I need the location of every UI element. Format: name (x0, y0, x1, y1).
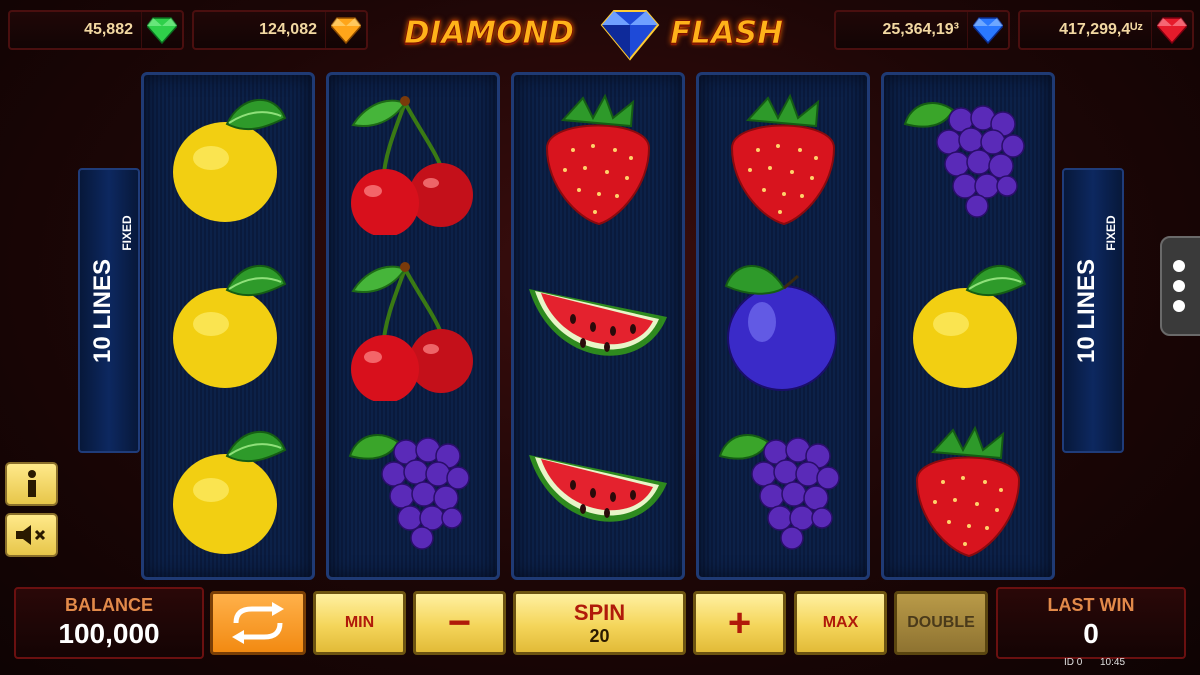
watermelon-icon (514, 409, 682, 575)
info-button[interactable] (5, 462, 58, 506)
jackpot-red: 417,299,4ᵁᶻ (1018, 10, 1194, 50)
grapes-icon (884, 77, 1052, 243)
speaker-muted-icon (15, 525, 45, 545)
green-gem-icon (141, 12, 182, 48)
reel-2 (326, 72, 500, 580)
jackpot-value: 45,882 (84, 21, 133, 38)
game-menu-button[interactable] (1160, 236, 1200, 336)
grapes-icon (329, 409, 497, 575)
increase-bet-button[interactable]: + (693, 591, 786, 655)
strawberry-icon (884, 409, 1052, 575)
cherry-icon (329, 243, 497, 409)
lines-label: 10 LINES (1073, 258, 1100, 363)
paylines-panel-right: 10 LINES FIXED (1062, 168, 1124, 453)
spin-label: SPIN (573, 599, 626, 625)
logo-word-flash: FLASH (669, 15, 784, 52)
min-bet-button[interactable]: MIN (313, 591, 406, 655)
plum-icon (699, 243, 867, 409)
fixed-label: FIXED (1104, 214, 1118, 251)
decrease-bet-button[interactable]: − (413, 591, 506, 655)
logo-word-diamond: DIAMOND (403, 15, 575, 52)
jackpot-value: 25,364,19³ (882, 21, 959, 38)
menu-dot (1173, 280, 1185, 292)
strawberry-icon (699, 77, 867, 243)
autoplay-icon (232, 602, 284, 644)
balance-value: 100,000 (58, 618, 160, 649)
orange-gem-icon (325, 12, 366, 48)
max-bet-button[interactable]: MAX (794, 591, 887, 655)
balance-display: BALANCE 100,000 (14, 587, 204, 659)
plus-icon: + (727, 600, 752, 645)
session-id: ID 0 (1064, 657, 1083, 668)
clock-time: 10:45 (1100, 657, 1126, 668)
info-icon (27, 470, 36, 497)
autoplay-button[interactable] (210, 591, 306, 655)
last-win-display: LAST WIN 0 (996, 587, 1186, 659)
last-win-label: LAST WIN (1047, 595, 1135, 615)
double-button[interactable]: DOUBLE (894, 591, 988, 655)
strawberry-icon (514, 77, 682, 243)
grapes-icon (699, 409, 867, 575)
lemon-icon (884, 243, 1052, 409)
reel-1 (141, 72, 315, 580)
lemon-icon (144, 409, 312, 575)
cherry-icon (329, 77, 497, 243)
lemon-icon (144, 77, 312, 243)
jackpot-value: 124,082 (259, 21, 317, 38)
fixed-label: FIXED (120, 214, 134, 251)
menu-dot (1173, 300, 1185, 312)
balance-label: BALANCE (65, 595, 153, 615)
watermelon-icon (514, 243, 682, 409)
reel-5 (881, 72, 1055, 580)
minus-icon: − (447, 600, 472, 645)
jackpot-orange: 124,082 (192, 10, 368, 50)
lemon-icon (144, 243, 312, 409)
menu-dot (1173, 260, 1185, 272)
red-gem-icon (1151, 12, 1192, 48)
spin-button[interactable]: SPIN 20 (513, 591, 686, 655)
spin-lines-value: 20 (589, 625, 610, 646)
jackpot-value: 417,299,4ᵁᶻ (1059, 21, 1143, 38)
blue-gem-icon (967, 12, 1008, 48)
min-label: MIN (344, 614, 375, 631)
mute-button[interactable] (5, 513, 58, 557)
reel-4 (696, 72, 870, 580)
paylines-panel-left: 10 LINES FIXED (78, 168, 140, 453)
max-label: MAX (822, 614, 859, 631)
double-label: DOUBLE (907, 614, 975, 631)
diamond-icon (600, 7, 660, 66)
jackpot-green: 45,882 (8, 10, 184, 50)
jackpot-blue: 25,364,19³ (834, 10, 1010, 50)
last-win-value: 0 (1083, 618, 1099, 649)
reel-3 (511, 72, 685, 580)
game-logo: DIAMOND FLASH (400, 5, 800, 63)
lines-label: 10 LINES (89, 258, 116, 363)
